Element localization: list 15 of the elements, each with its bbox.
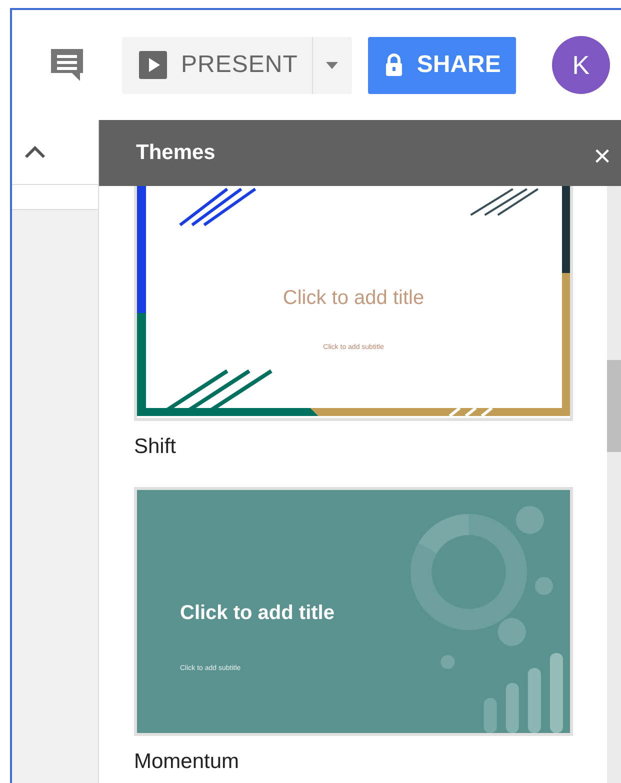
- play-icon: [139, 51, 167, 79]
- scrollbar-thumb[interactable]: [607, 360, 621, 452]
- share-button[interactable]: SHARE: [368, 36, 516, 94]
- close-button[interactable]: ×: [593, 142, 611, 172]
- collapse-button[interactable]: [24, 145, 46, 159]
- theme-name: Shift: [134, 434, 178, 460]
- lock-icon: [384, 53, 403, 77]
- scrollbar[interactable]: [607, 186, 621, 783]
- avatar[interactable]: K: [552, 36, 610, 94]
- panel-title: Themes: [136, 140, 216, 166]
- slide-title: Click to add title: [180, 600, 334, 626]
- slide-title: Click to add title: [282, 286, 426, 311]
- theme-name: Momentum: [134, 748, 240, 774]
- caret-icon: [326, 62, 338, 68]
- chevron-up-icon: [24, 145, 46, 159]
